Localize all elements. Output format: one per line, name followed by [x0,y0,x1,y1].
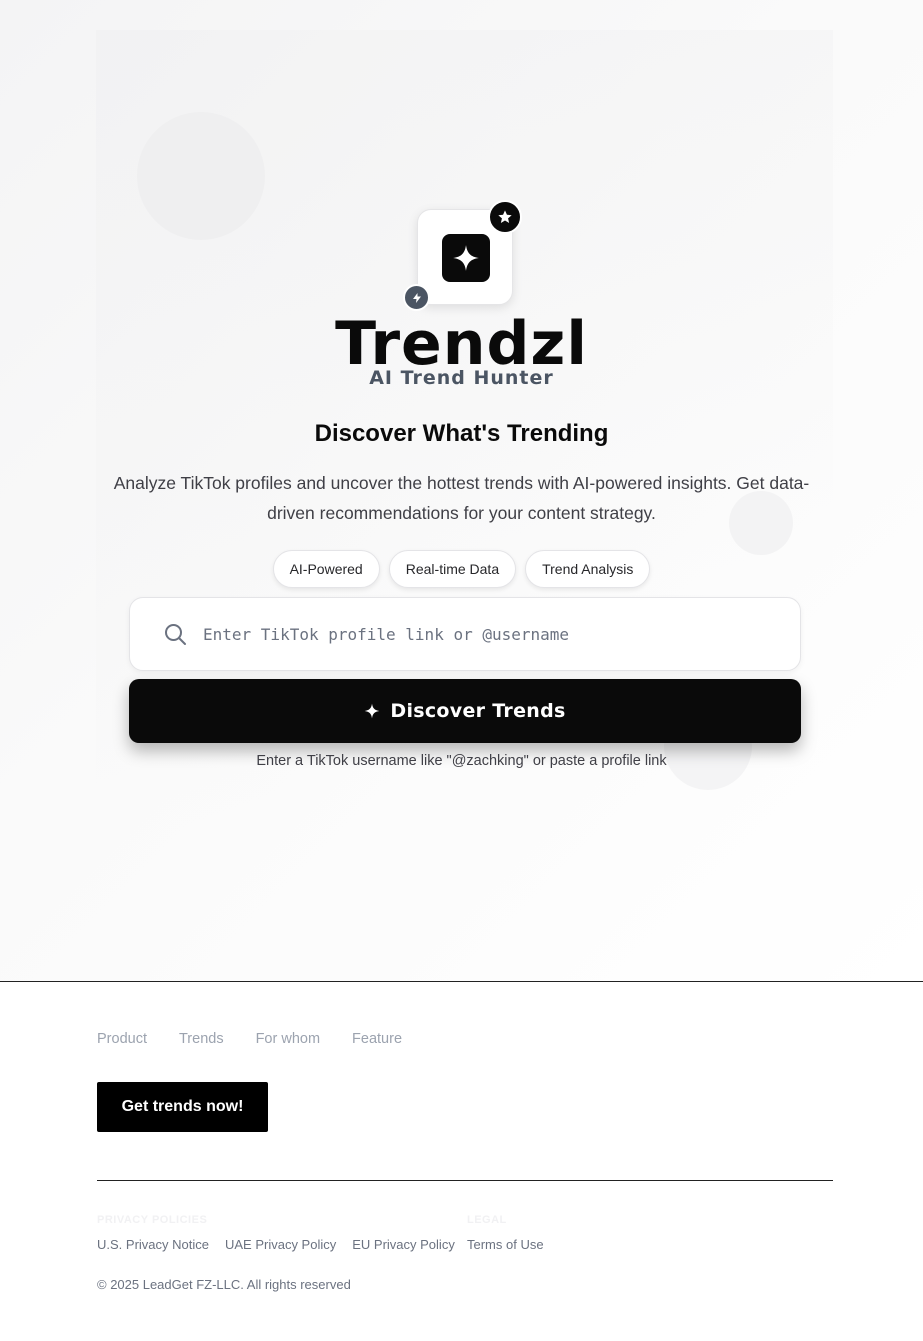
footer-link-product[interactable]: Product [97,1031,147,1047]
legal-heading: LEGAL [467,1214,507,1226]
search-hint: Enter a TikTok username like "@zachking"… [256,753,667,769]
privacy-heading: PRIVACY POLICIES [97,1214,208,1226]
sparkle-icon [442,234,490,282]
footer-link-for-whom[interactable]: For whom [256,1031,320,1047]
feature-pill-ai-powered: AI-Powered [272,550,380,588]
feature-pill-real-time-data: Real-time Data [388,550,517,588]
footer-divider [97,1180,833,1181]
hero-description: Analyze TikTok profiles and uncover the … [113,473,810,523]
feature-pills: AI-Powered Real-time Data Trend Analysis [0,550,923,588]
brand-tagline: AI Trend Hunter [369,367,554,389]
lightning-icon [403,284,430,311]
footer-link-feature[interactable]: Feature [352,1031,402,1047]
decorative-circle [137,112,265,240]
copyright: © 2025 LeadGet FZ-LLC. All rights reserv… [97,1277,351,1292]
get-trends-button[interactable]: Get trends now! [97,1082,268,1132]
link-uae-privacy-policy[interactable]: UAE Privacy Policy [225,1237,336,1252]
discover-trends-label: Discover Trends [390,700,566,722]
legal-links: Terms of Use [467,1237,544,1252]
discover-trends-button[interactable]: Discover Trends [129,679,801,743]
sparkle-icon [364,703,380,719]
footer-nav: Product Trends For whom Feature [97,1031,402,1047]
page-title: Discover What's Trending [314,420,609,447]
link-eu-privacy-policy[interactable]: EU Privacy Policy [352,1237,455,1252]
search-icon [163,622,187,646]
search-bar[interactable] [129,597,801,671]
footer-divider [0,981,923,982]
star-icon [488,200,522,234]
search-input[interactable] [203,614,800,654]
privacy-links: U.S. Privacy Notice UAE Privacy Policy E… [97,1237,455,1252]
link-terms-of-use[interactable]: Terms of Use [467,1237,544,1252]
link-us-privacy-notice[interactable]: U.S. Privacy Notice [97,1237,209,1252]
feature-pill-trend-analysis: Trend Analysis [525,550,651,588]
footer-link-trends[interactable]: Trends [179,1031,224,1047]
hero-section: Trendzl AI Trend Hunter Discover What's … [0,0,923,981]
